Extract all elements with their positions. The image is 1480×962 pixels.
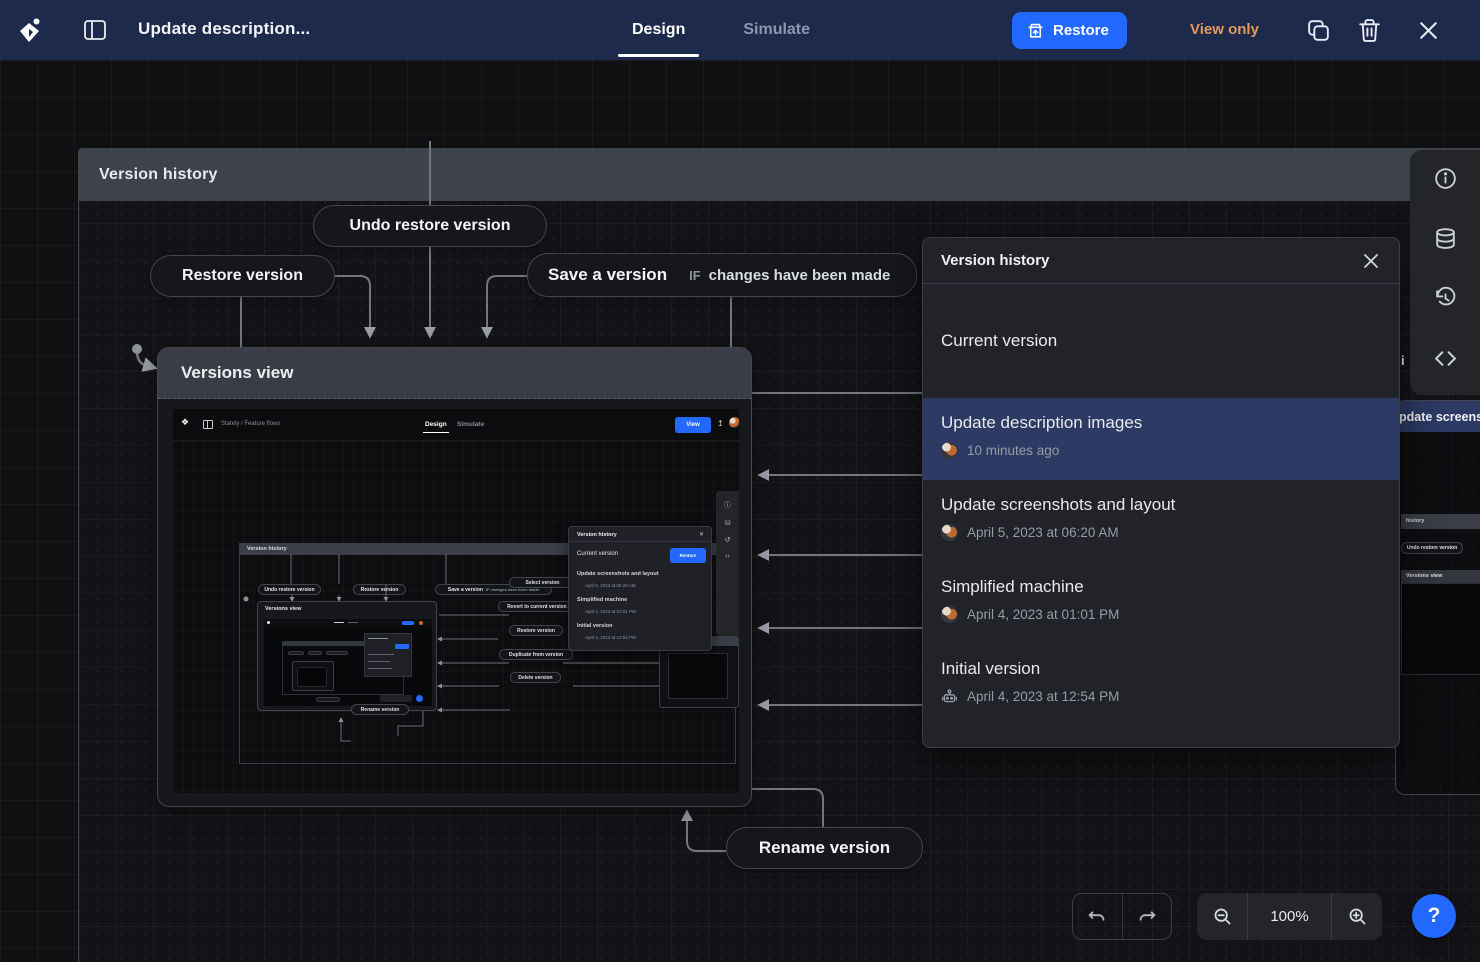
machine-title: Version history [99,166,218,184]
nested-breadcrumb: Stately / Feature flows [221,421,280,427]
nested-label-restore: Restore version [509,625,563,636]
avatar [941,524,958,541]
robot-icon [941,688,958,705]
nested-versions-view-title: Versions view [265,606,301,612]
nested-label-delete: Delete version [510,672,561,683]
version-row-current[interactable]: Current version [923,284,1399,398]
stately-logo-icon[interactable] [16,16,44,44]
view-only-badge: View only [1190,21,1259,38]
event-restore-version[interactable]: Restore version [150,255,335,297]
nested-view-button: View [675,417,711,433]
tab-simulate[interactable]: Simulate [739,21,814,39]
nested-event-restore: Restore version [353,584,406,595]
document-title: Update description... [138,19,310,39]
nested-version-panel: Version history ✕ Current version Restor… [568,526,712,651]
nested-versions-view: Versions view [257,601,437,711]
nested-tool-rail: ⓘ⛁↺‹› [716,491,739,636]
event-label: Undo restore version [350,217,511,235]
info-icon[interactable] [1433,166,1458,191]
event-undo-restore-version[interactable]: Undo restore version [313,205,547,247]
delete-icon[interactable] [1356,17,1383,44]
undo-redo-group [1072,893,1172,940]
sidebar-toggle-icon[interactable] [82,17,108,43]
undo-button[interactable] [1073,894,1122,939]
version-row[interactable]: Update description images 10 minutes ago [923,398,1399,480]
machine-container-header[interactable]: Version history [79,149,1480,201]
embedded-screenshot: ❖ Stately / Feature flows Design Simulat… [173,409,739,793]
history-icon[interactable] [1433,286,1458,311]
restore-label: Restore [1053,22,1109,39]
right-node-header[interactable]: Update screenshots and... [1396,401,1480,432]
panel-title: Version history [941,252,1361,269]
versions-view-header[interactable]: Versions view [158,348,751,399]
nested-avatar [729,417,739,428]
state-update-screenshots[interactable]: Update screenshots and... history Undo r… [1395,400,1480,795]
version-row[interactable]: Update screenshots and layout April 5, 2… [923,480,1399,562]
restore-icon [1026,21,1045,40]
nested-sidebar-icon [203,420,213,429]
tool-rail [1410,150,1480,395]
version-timestamp: April 4, 2023 at 01:01 PM [967,607,1119,622]
current-version-label: Current version [941,331,1057,351]
nested-restore-button: Restore [670,548,706,563]
version-timestamp: 10 minutes ago [967,443,1059,458]
help-label: ? [1428,904,1441,928]
avatar [941,606,958,623]
version-title: Simplified machine [941,577,1381,597]
nested-tab-design: Design [425,421,447,428]
close-icon[interactable] [1415,17,1442,44]
guard-condition: changes have been made [709,267,891,284]
code-icon[interactable] [1433,346,1458,371]
zoom-controls: 100% [1197,893,1382,940]
nested-label-duplicate: Duplicate from version [499,649,573,660]
app-window: Version history Un [0,0,1480,962]
nested-stately-logo-icon: ❖ [181,418,189,427]
nested-event-undo: Undo restore version [258,584,321,595]
zoom-out-button[interactable] [1197,893,1247,940]
tab-design[interactable]: Design [628,21,689,39]
event-label: Restore version [182,267,303,285]
event-save-a-version[interactable]: Save a version IF changes have been made [527,253,917,297]
versions-view-title: Versions view [181,363,293,383]
restore-button[interactable]: Restore [1012,12,1127,49]
event-label: Rename version [759,838,890,858]
help-button[interactable]: ? [1412,894,1456,938]
panel-close-icon[interactable] [1361,251,1381,271]
right-node-screenshot: history Undo restore version Versions vi… [1396,432,1480,795]
nested-label-select-version: Select version [509,577,576,588]
mode-tabs: Design Simulate [628,0,814,60]
nested-label-revert: Revert to current version [498,601,576,612]
zoom-in-button[interactable] [1332,893,1382,940]
right-node-title: Update screenshots and... [1396,410,1480,424]
nested-canvas: Version history Undo restore version Res… [173,441,739,793]
version-timestamp: April 5, 2023 at 06:20 AM [967,525,1119,540]
nested-inner-screenshot [264,619,432,706]
nested-tab-simulate: Simulate [457,421,484,428]
version-title: Update screenshots and layout [941,495,1381,515]
version-row[interactable]: Initial version April 4, 2023 at 12:54 P… [923,644,1399,726]
topbar: Update description... Design Simulate Re… [0,0,1480,60]
version-title: Update description images [941,413,1381,433]
zoom-level[interactable]: 100% [1247,893,1332,940]
avatar [941,442,958,459]
occluded-node-fragment: i [1401,353,1405,368]
event-label: Save a version [548,265,667,285]
nested-share-icon: ↥ [717,419,724,428]
guard-keyword: IF [689,268,701,283]
redo-button[interactable] [1122,894,1172,939]
state-versions-view[interactable]: Versions view ❖ Stately / Feature flows … [157,347,752,807]
version-history-panel: Version history Current version Update d… [922,237,1400,748]
nested-event-rename: Rename version [351,704,409,715]
version-row[interactable]: Simplified machine April 4, 2023 at 01:0… [923,562,1399,644]
data-icon[interactable] [1433,226,1458,251]
panel-header: Version history [923,238,1399,284]
nested-topbar: ❖ Stately / Feature flows Design Simulat… [173,409,739,441]
event-rename-version[interactable]: Rename version [726,827,923,869]
version-timestamp: April 4, 2023 at 12:54 PM [967,689,1119,704]
version-title: Initial version [941,659,1381,679]
duplicate-icon[interactable] [1305,17,1332,44]
